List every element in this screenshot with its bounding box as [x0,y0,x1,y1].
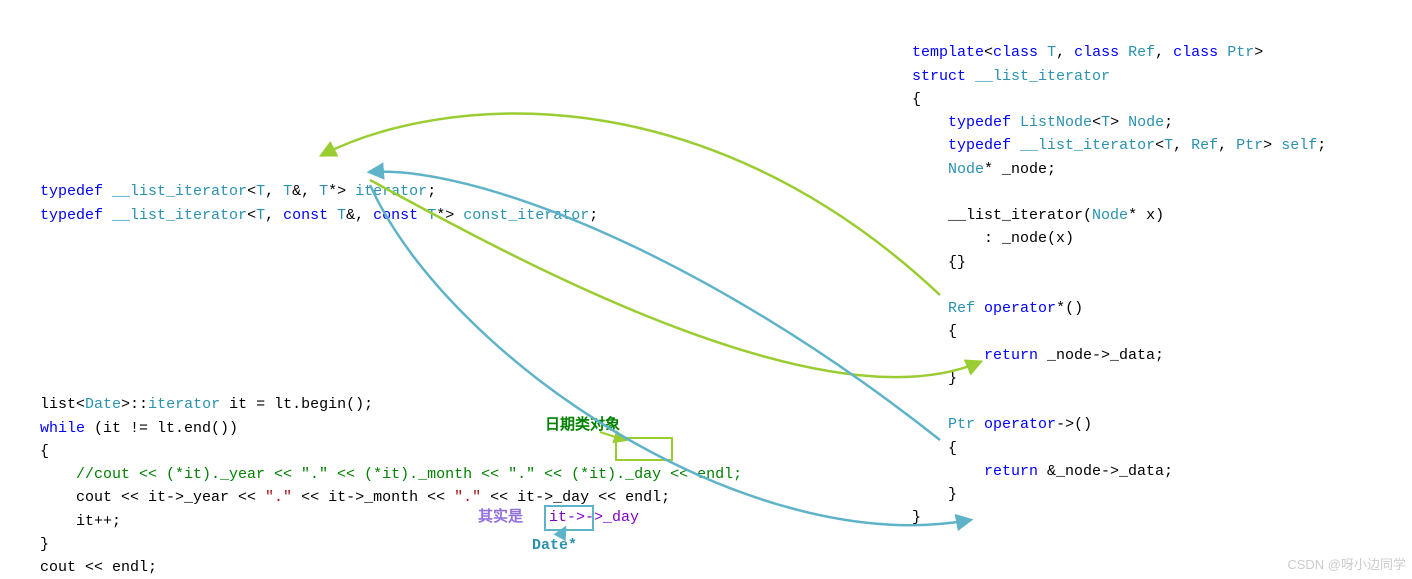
watermark: CSDN @呀小边同学 [1287,554,1406,573]
kw: typedef [40,183,103,200]
annot-it-expr: it->->_day [549,506,639,529]
comment-line: //cout << (*it)._year << "." << (*it)._m… [76,466,742,483]
box-star-it [615,437,673,461]
typedef-block: typedef __list_iterator<T, T&, T*> itera… [40,157,598,227]
annot-date-star: Date* [532,534,577,557]
struct-block: template<class T, class Ref, class Ptr> … [912,18,1326,530]
loop-block: list<Date>::iterator it = lt.begin(); wh… [40,370,742,579]
annot-date-obj: 日期类对象 [545,414,620,437]
annot-actually: 其实是 [478,506,523,529]
